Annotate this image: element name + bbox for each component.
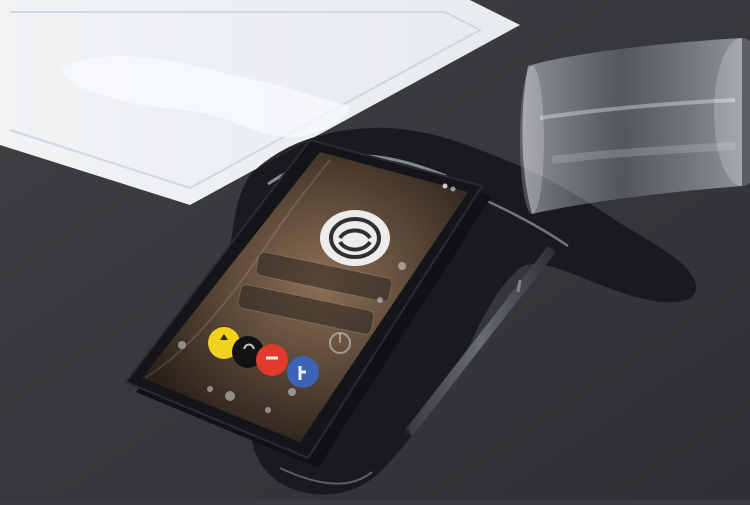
status-dot-icon (442, 183, 448, 189)
photo-scene (0, 0, 750, 500)
app-logo (320, 210, 390, 266)
google-plus-button[interactable] (256, 344, 288, 376)
status-dot-icon (450, 186, 456, 192)
drinking-glass (520, 38, 750, 214)
scene-svg (0, 0, 750, 500)
